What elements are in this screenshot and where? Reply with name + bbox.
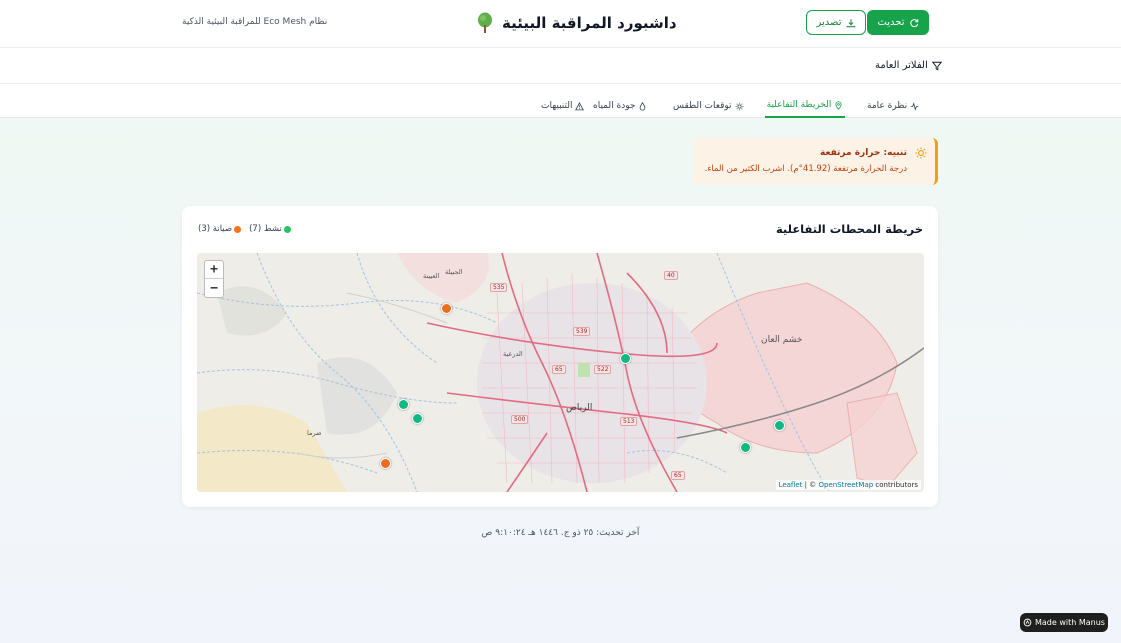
zoom-in-button[interactable]: + [205, 261, 223, 279]
app-header: نظام Eco Mesh للمراقبة البيئية الذكية دا… [0, 0, 1121, 48]
download-icon [846, 18, 855, 27]
tab-weather-label: توقعات الطقس [673, 101, 732, 111]
tab-overview-label: نظرة عامة [867, 101, 908, 111]
legend-active-dot [283, 225, 291, 233]
sun-icon [915, 147, 927, 159]
droplet-icon [640, 101, 646, 110]
legend-maintenance-dot [234, 225, 242, 233]
filters-toggle[interactable]: الفلاتر العامة [875, 60, 942, 71]
tree-icon [478, 12, 492, 33]
zoom-control: + − [204, 260, 224, 298]
road-badge: 65 [671, 471, 685, 480]
tab-bar: نظرة عامة الخريطة التفاعلية توقعات الطقس… [0, 84, 1121, 118]
map-pin-icon [835, 100, 842, 110]
map-card-title: خريطة المحطات التفاعلية [775, 222, 923, 236]
filter-icon [931, 61, 942, 70]
alert-message: درجة الحرارة مرتفعة (41.92°م). اشرب الكث… [704, 164, 907, 174]
legend-maintenance: صيانة (3) [198, 224, 242, 234]
station-marker-active[interactable] [412, 413, 423, 424]
road-badge: 522 [594, 365, 612, 374]
filters-label: الفلاتر العامة [875, 60, 928, 71]
station-marker-active[interactable] [774, 420, 785, 431]
activity-icon [910, 101, 919, 111]
refresh-icon [909, 18, 918, 27]
legend-maintenance-label: صيانة (3) [198, 224, 233, 234]
manus-icon [1023, 618, 1032, 627]
road-badge: 539 [573, 327, 591, 336]
map-attribution: Leaflet | © OpenStreetMap contributors [775, 480, 921, 490]
tab-overview[interactable]: نظرة عامة [867, 94, 919, 118]
city-label-riyadh: الرياض [566, 403, 593, 413]
road-badge: 535 [490, 283, 508, 292]
tab-water-quality[interactable]: جودة المياه [593, 94, 647, 118]
tab-water-quality-label: جودة المياه [593, 101, 636, 111]
road-badge: 500 [511, 415, 529, 424]
tab-weather[interactable]: توقعات الطقس [673, 94, 744, 118]
refresh-button[interactable]: تحديث [867, 10, 929, 35]
area-label-khashm: خشم العان [761, 335, 803, 345]
station-marker-active[interactable] [740, 442, 751, 453]
tab-alerts[interactable]: التنبيهات [541, 94, 585, 118]
station-marker-active[interactable] [398, 399, 409, 410]
map-legend: نشط (7) صيانة (3) [198, 224, 291, 234]
station-marker-maintenance[interactable] [380, 458, 391, 469]
heat-alert: تنبيه: حرارة مرتفعة درجة الحرارة مرتفعة … [694, 138, 938, 185]
legend-active: نشط (7) [249, 224, 291, 234]
road-badge: 40 [664, 271, 678, 280]
road-badge: 513 [620, 417, 638, 426]
tab-interactive-map-label: الخريطة التفاعلية [766, 100, 832, 110]
alert-title: تنبيه: حرارة مرتفعة [820, 148, 907, 158]
manus-label: Made with Manus [1035, 618, 1105, 627]
brand: داشبورد المراقبة البيئية [476, 12, 677, 34]
header-subtitle: نظام Eco Mesh للمراقبة البيئية الذكية [182, 17, 328, 27]
legend-active-label: نشط (7) [249, 224, 282, 234]
made-with-manus-badge[interactable]: Made with Manus [1020, 613, 1108, 632]
town-label-jubaylah: الجبيلة [445, 268, 463, 276]
station-marker-active[interactable] [620, 353, 631, 364]
town-label-muzahimiyah: ضرما [307, 429, 322, 437]
attribution-separator: | © [802, 481, 819, 489]
town-label-uyaynah: العيينة [423, 272, 440, 280]
zoom-out-button[interactable]: − [205, 279, 223, 297]
station-marker-maintenance[interactable] [441, 303, 452, 314]
town-label-diriyah: الدرعية [503, 350, 523, 358]
tab-interactive-map[interactable]: الخريطة التفاعلية [765, 94, 845, 118]
export-button[interactable]: تصدير [806, 10, 866, 35]
refresh-label: تحديث [877, 17, 905, 28]
tab-alerts-label: التنبيهات [541, 101, 573, 111]
alert-triangle-icon [575, 101, 585, 110]
leaflet-link[interactable]: Leaflet [779, 481, 803, 489]
filter-bar: الفلاتر العامة [0, 48, 1121, 84]
sun-icon [735, 102, 743, 110]
page-title: داشبورد المراقبة البيئية [502, 14, 677, 32]
map-card: خريطة المحطات التفاعلية نشط (7) صيانة (3… [182, 206, 938, 507]
export-label: تصدير [816, 17, 842, 28]
last-update-text: آخر تحديث: ٢٥ ذو ج. ١٤٤٦ هـ ٩:١٠:٢٤ ص [481, 528, 640, 538]
attribution-suffix: contributors [873, 481, 918, 489]
stations-map[interactable]: 535 539 522 65 513 500 40 65 الرياض خشم … [197, 253, 924, 492]
road-badge: 65 [552, 365, 566, 374]
osm-link[interactable]: OpenStreetMap [818, 481, 873, 489]
